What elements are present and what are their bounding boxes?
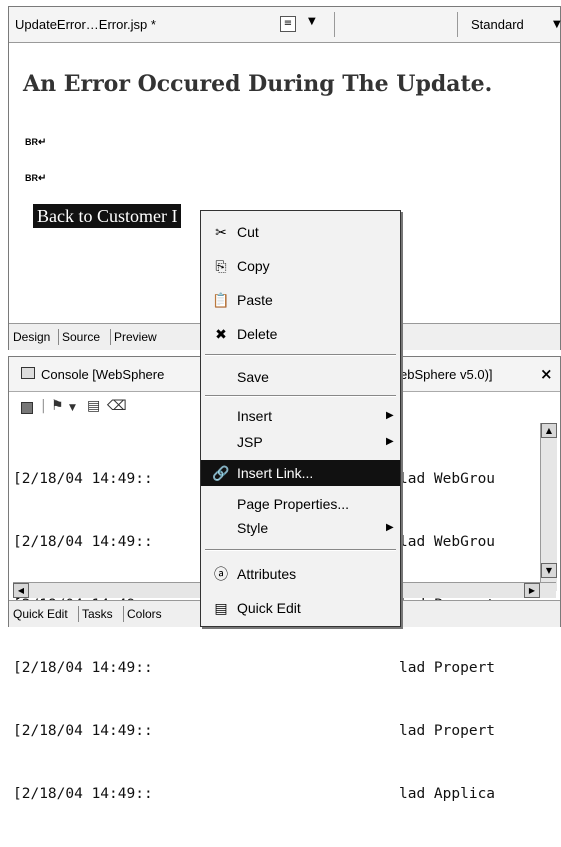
link-icon: 🔗 <box>212 465 230 481</box>
menu-item-jsp[interactable]: JSP ▶ <box>201 429 400 455</box>
menu-item-page-properties[interactable]: Page Properties... <box>201 491 400 517</box>
tab-divider <box>110 329 111 345</box>
submenu-arrow-icon: ▶ <box>386 410 394 421</box>
menu-item-attributes[interactable]: ⓐ Attributes <box>201 561 400 587</box>
toolbar-separator <box>334 12 335 37</box>
log-line: [2/18/04 14:49:: <box>13 471 153 487</box>
chevron-down-icon[interactable]: ▼ <box>553 19 561 30</box>
scroll-left-icon[interactable]: ◀ <box>13 583 29 598</box>
delete-icon: ✖ <box>215 326 227 342</box>
attributes-icon: ⓐ <box>214 566 228 582</box>
menu-item-save[interactable]: Save <box>201 364 400 390</box>
scroll-up-icon[interactable]: ▲ <box>541 423 557 438</box>
log-line: lad WebGrou <box>399 534 496 550</box>
tab-quick-edit[interactable]: Quick Edit <box>13 607 68 621</box>
menu-item-copy[interactable]: ⎘ Copy <box>201 253 400 279</box>
menu-item-insert[interactable]: Insert ▶ <box>201 403 400 429</box>
run-icon[interactable]: ⚑ <box>51 398 64 414</box>
style-select[interactable]: Standard <box>471 17 524 32</box>
scroll-down-icon[interactable]: ▼ <box>541 563 557 578</box>
chevron-down-icon[interactable]: ▼ <box>308 16 316 27</box>
quick-edit-icon: ▤ <box>214 600 228 616</box>
menu-item-paste[interactable]: 📋 Paste <box>201 287 400 313</box>
tab-source[interactable]: Source <box>62 330 100 344</box>
toolbar-separator: | <box>41 398 46 414</box>
log-line: lad Propert <box>399 723 496 739</box>
scroll-right-icon[interactable]: ▶ <box>524 583 540 598</box>
editor-toolbar: UpdateError…Error.jsp * ≡ ▼ Standard ▼ <box>9 7 561 43</box>
menu-separator <box>205 549 396 551</box>
stop-icon[interactable] <box>21 402 33 414</box>
log-line: lad WebGrou <box>399 471 496 487</box>
return-arrow-icon: ↵ <box>38 173 47 184</box>
console-icon <box>21 367 35 379</box>
menu-separator <box>205 395 396 397</box>
tab-colors[interactable]: Colors <box>127 607 162 621</box>
log-line: [2/18/04 14:49:: <box>13 786 153 802</box>
tab-divider <box>123 606 124 622</box>
console-title[interactable]: Console [WebSphere <box>41 367 164 382</box>
toolbar-separator <box>457 12 458 37</box>
copy-icon: ⎘ <box>215 258 227 274</box>
context-menu: ✂ Cut ⎘ Copy 📋 Paste ✖ Delete Save Inser… <box>200 210 401 627</box>
page-heading[interactable]: An Error Occured During The Update. <box>23 71 492 97</box>
vertical-scrollbar[interactable]: ▲ ▼ <box>540 423 557 591</box>
log-line: [2/18/04 14:49:: <box>13 723 153 739</box>
clear-icon[interactable]: ▤ <box>87 398 100 414</box>
log-line: lad Propert <box>399 660 496 676</box>
tab-divider <box>58 329 59 345</box>
br-tag[interactable]: BR↵ <box>25 173 46 184</box>
selected-link-text[interactable]: Back to Customer I <box>33 204 182 228</box>
paste-icon: 📋 <box>212 292 230 308</box>
menu-separator <box>205 354 396 356</box>
tab-tasks[interactable]: Tasks <box>82 607 113 621</box>
dropdown-icon[interactable]: ▼ <box>69 403 76 413</box>
pin-icon[interactable]: ⌫ <box>107 398 127 414</box>
close-icon[interactable]: × <box>540 365 553 383</box>
log-line: [2/18/04 14:49:: <box>13 534 153 550</box>
tab-preview[interactable]: Preview <box>114 330 157 344</box>
submenu-arrow-icon: ▶ <box>386 436 394 447</box>
menu-item-insert-link[interactable]: 🔗 Insert Link... <box>201 460 400 486</box>
scissors-icon: ✂ <box>215 224 227 240</box>
return-arrow-icon: ↵ <box>38 137 47 148</box>
console-title-suffix: ebSphere v5.0)] <box>400 367 493 382</box>
br-tag[interactable]: BR↵ <box>25 137 46 148</box>
menu-item-cut[interactable]: ✂ Cut <box>201 219 400 245</box>
menu-item-quick-edit[interactable]: ▤ Quick Edit <box>201 595 400 621</box>
menu-item-delete[interactable]: ✖ Delete <box>201 321 400 347</box>
log-line: [2/18/04 14:49:: <box>13 660 153 676</box>
tab-design[interactable]: Design <box>13 330 50 344</box>
console-log-left: [2/18/04 14:49:: [2/18/04 14:49:: [2/18/… <box>13 427 153 847</box>
console-log-right: lad WebGrou lad WebGrou lad Propert lad … <box>399 427 539 847</box>
tab-divider <box>78 606 79 622</box>
editor-tab-title[interactable]: UpdateError…Error.jsp * <box>15 17 156 32</box>
submenu-arrow-icon: ▶ <box>386 522 394 533</box>
menu-item-style[interactable]: Style ▶ <box>201 515 400 541</box>
log-line: lad Applica <box>399 786 496 802</box>
paragraph-format-icon[interactable]: ≡ <box>280 16 296 32</box>
